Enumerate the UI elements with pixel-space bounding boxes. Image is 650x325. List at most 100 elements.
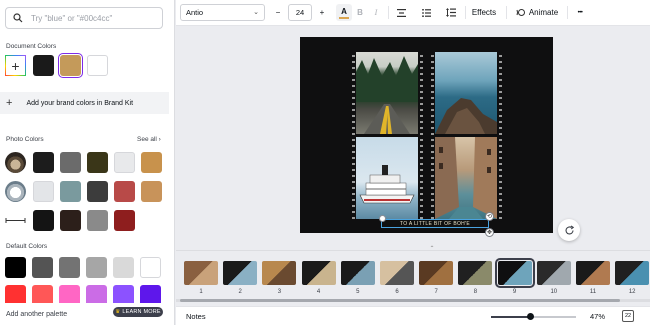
decrease-size-button[interactable]: − [271, 4, 285, 21]
list-button[interactable] [419, 4, 433, 21]
photo-color-swatch[interactable] [33, 210, 54, 231]
crown-icon: ♛ [115, 309, 121, 315]
page-thumbnail[interactable] [494, 258, 535, 288]
refresh-button[interactable] [558, 219, 580, 241]
film-sprocket [431, 85, 434, 87]
scrollbar-thumb[interactable] [180, 299, 620, 302]
photo-canal-street[interactable] [435, 137, 497, 219]
film-sprocket [499, 193, 502, 195]
photo-color-swatch[interactable] [60, 181, 81, 202]
page-thumbnail[interactable] [458, 261, 493, 285]
photo-color-swatch[interactable] [33, 152, 54, 173]
photo-color-swatch[interactable] [87, 210, 108, 231]
caption-text-box[interactable]: TO A LITTLE BIT OF BOH'E [381, 219, 489, 228]
default-color-swatch[interactable] [86, 257, 107, 278]
animate-button[interactable]: Animate [512, 4, 562, 21]
page-thumbnail[interactable] [615, 261, 650, 285]
move-handle-icon[interactable]: ✥ [485, 228, 494, 237]
photo-color-swatch[interactable] [87, 181, 108, 202]
photo-color-swatch[interactable] [60, 152, 81, 173]
color-search-box[interactable] [5, 7, 163, 29]
photo-color-swatch[interactable] [60, 210, 81, 231]
film-sprocket [420, 109, 423, 111]
photo-ferry-boat[interactable] [356, 137, 418, 219]
film-sprocket [420, 193, 423, 195]
line-spacing-icon [446, 8, 456, 17]
document-color-swatch[interactable] [33, 55, 54, 76]
photo-color-swatch[interactable] [114, 152, 135, 173]
film-sprocket [499, 187, 502, 189]
page-thumbnail[interactable] [184, 261, 218, 285]
film-sprocket [420, 181, 423, 183]
spacing-button[interactable] [444, 4, 458, 21]
film-sprocket [431, 115, 434, 117]
text-color-button[interactable]: A [336, 4, 352, 21]
photo-coastal-cliff[interactable] [435, 52, 497, 134]
photo-color-swatch[interactable] [33, 181, 54, 202]
film-sprocket [352, 151, 355, 153]
page-thumbnail[interactable] [223, 261, 258, 285]
film-sprocket [352, 187, 355, 189]
increase-size-button[interactable]: + [315, 4, 329, 21]
add-palette-link[interactable]: Add another palette [6, 311, 67, 318]
align-center-button[interactable] [394, 4, 408, 21]
default-color-swatch[interactable] [5, 257, 26, 278]
film-sprocket [420, 79, 423, 81]
caption-text: TO A LITTLE BIT OF BOH'E [400, 220, 470, 227]
zoom-slider[interactable] [491, 313, 576, 320]
photo-color-swatch[interactable] [114, 181, 135, 202]
effects-button[interactable]: Effects [469, 4, 499, 21]
text-color-letter: A [341, 6, 347, 16]
document-color-swatch[interactable] [87, 55, 108, 76]
film-sprocket [431, 121, 434, 123]
photo-forest-road[interactable] [356, 52, 418, 134]
film-sprocket [352, 217, 355, 219]
font-size-input[interactable]: 24 [288, 4, 312, 21]
page-thumbnail[interactable] [380, 261, 414, 285]
photo-thumbnail[interactable] [5, 152, 26, 173]
toolbar-divider [506, 6, 507, 19]
film-sprocket [499, 73, 502, 75]
photo-thumbnail[interactable] [5, 210, 26, 231]
default-color-swatch[interactable] [32, 257, 53, 278]
font-family-dropdown[interactable]: Antio ⌄ [180, 4, 265, 21]
page-count-badge[interactable]: 22 [622, 310, 634, 322]
photo-color-swatch[interactable] [141, 181, 162, 202]
default-color-swatch[interactable] [59, 257, 80, 278]
toolbar-divider [388, 6, 389, 19]
design-page[interactable] [300, 37, 553, 233]
page-thumbnail[interactable] [419, 261, 454, 285]
default-color-swatch[interactable] [113, 257, 134, 278]
resize-handle[interactable] [379, 215, 386, 222]
page-thumbnail[interactable] [340, 261, 375, 285]
page-thumbnail[interactable] [301, 261, 336, 285]
page-thumbnail[interactable] [536, 261, 571, 285]
film-sprocket [431, 187, 434, 189]
color-search-input[interactable] [31, 13, 151, 23]
page-thumbnail[interactable] [576, 261, 610, 285]
see-all-link[interactable]: See all › [137, 136, 161, 143]
default-color-swatch[interactable] [140, 257, 161, 278]
chevron-up-icon[interactable]: ⌃ [427, 245, 437, 252]
rotate-handle-icon[interactable]: ⟲ [485, 212, 494, 221]
film-sprocket [431, 205, 434, 207]
photo-color-swatch[interactable] [87, 152, 108, 173]
zoom-percentage[interactable]: 47% [590, 312, 605, 321]
photo-thumbnail[interactable] [5, 181, 26, 202]
film-sprocket [499, 175, 502, 177]
italic-button[interactable]: I [370, 4, 382, 21]
zoom-slider-knob[interactable] [527, 313, 535, 320]
learn-more-label: LEARN MORE [122, 309, 161, 315]
film-sprocket [499, 85, 502, 87]
page-thumbnail[interactable] [262, 261, 297, 285]
add-color-button[interactable]: + [5, 55, 26, 76]
learn-more-button[interactable]: ♛ LEARN MORE [113, 307, 163, 317]
brand-kit-row[interactable]: + Add your brand colors in Brand Kit [0, 92, 169, 114]
photo-color-swatch[interactable] [114, 210, 135, 231]
film-sprocket [420, 73, 423, 75]
more-options-button[interactable]: ••• [572, 4, 588, 21]
bold-button[interactable]: B [354, 4, 366, 21]
photo-color-swatch[interactable] [141, 152, 162, 173]
notes-button[interactable]: Notes [186, 312, 206, 321]
document-color-swatch[interactable] [58, 53, 83, 78]
